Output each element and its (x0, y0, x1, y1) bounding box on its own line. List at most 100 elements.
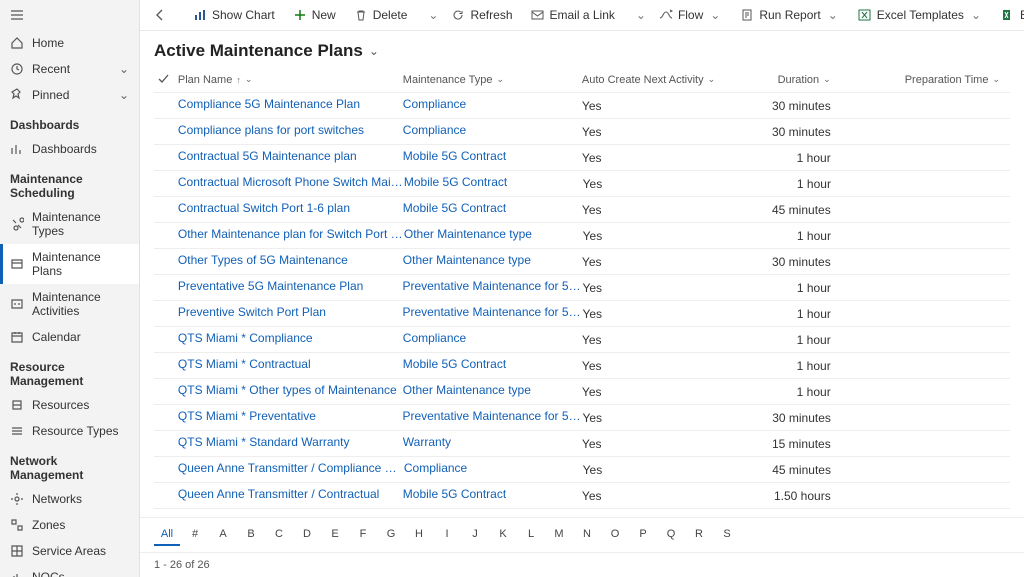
col-preparation-time[interactable]: Preparation Time ⌄ (861, 74, 1010, 86)
excel-templates-button[interactable]: Excel Templates ⌄ (851, 4, 990, 26)
sidebar-toggle[interactable] (0, 0, 139, 30)
maintenance-type-link[interactable]: Other Maintenance type (404, 227, 532, 241)
jump-c[interactable]: C (266, 524, 292, 546)
maintenance-type-link[interactable]: Compliance (403, 123, 466, 137)
sidebar-item-maintenance-plans[interactable]: Maintenance Plans (0, 244, 139, 284)
plan-name-link[interactable]: QTS Miami * Standard Warranty (178, 435, 350, 449)
col-duration[interactable]: Duration ⌄ (741, 74, 861, 86)
plan-name-link[interactable]: Queen Anne Transmitter / Contractual (178, 487, 379, 501)
sidebar-item-maintenance-types[interactable]: Maintenance Types (0, 204, 139, 244)
table-row[interactable]: Other Types of 5G Maintenance Other Maint… (154, 249, 1010, 275)
maintenance-type-link[interactable]: Mobile 5G Contract (403, 201, 506, 215)
delete-chevron-icon[interactable]: ⌄ (426, 8, 440, 22)
maintenance-type-link[interactable]: Compliance (403, 331, 466, 345)
table-row[interactable]: QTS Miami * Standard WarrantyWarrantyYes… (154, 431, 1010, 457)
jump-h[interactable]: H (406, 524, 432, 546)
jump-all[interactable]: All (154, 524, 180, 546)
sidebar-item-service-areas[interactable]: Service Areas (0, 538, 139, 564)
plan-name-link[interactable]: QTS Miami * Other types of Maintenance (178, 383, 397, 397)
jump-j[interactable]: J (462, 524, 488, 546)
maintenance-type-link[interactable]: Mobile 5G Contract (403, 357, 506, 371)
table-row[interactable]: Queen Anne Transmitter / Contractual Mobi… (154, 483, 1010, 509)
select-all-checkbox[interactable] (154, 74, 174, 85)
plan-name-link[interactable]: Contractual Microsoft Phone Switch Maine… (178, 175, 404, 189)
email-chevron-icon[interactable]: ⌄ (634, 8, 648, 22)
new-button[interactable]: New (286, 4, 343, 26)
maintenance-type-link[interactable]: Preventative Maintenance for 5G devices (402, 305, 582, 319)
maintenance-type-link[interactable]: Other Maintenance type (403, 253, 531, 267)
sidebar-item-networks[interactable]: Networks (0, 486, 139, 512)
back-button[interactable] (146, 4, 174, 26)
table-row[interactable]: Preventive Switch Port PlanPreventative … (154, 301, 1010, 327)
delete-button[interactable]: Delete (347, 4, 415, 26)
jump-s[interactable]: S (714, 524, 740, 546)
jump-i[interactable]: I (434, 524, 460, 546)
export-excel-button[interactable]: Export to Excel (994, 4, 1024, 26)
maintenance-type-link[interactable]: Other Maintenance type (403, 383, 531, 397)
jump-p[interactable]: P (630, 524, 656, 546)
flow-button[interactable]: Flow ⌄ (652, 4, 729, 26)
table-row[interactable]: QTS Miami * Preventative Preventative Mai… (154, 405, 1010, 431)
jump-m[interactable]: M (546, 524, 572, 546)
col-maintenance-type[interactable]: Maintenance Type ⌄ (403, 74, 582, 86)
jump-f[interactable]: F (350, 524, 376, 546)
email-link-button[interactable]: Email a Link (524, 4, 622, 26)
table-row[interactable]: QTS Miami * Contractual Mobile 5G Contrac… (154, 353, 1010, 379)
table-row[interactable]: Contractual Switch Port 1-6 planMobile 5… (154, 197, 1010, 223)
run-report-button[interactable]: Run Report ⌄ (733, 4, 846, 26)
sidebar-item-resources[interactable]: Resources (0, 392, 139, 418)
col-plan-name[interactable]: Plan Name ↑ ⌄ (174, 74, 403, 86)
jump-b[interactable]: B (238, 524, 264, 546)
sidebar-item-calendar[interactable]: Calendar (0, 324, 139, 350)
plan-name-link[interactable]: Queen Anne Transmitter / Compliance Main… (178, 461, 404, 475)
plan-name-link[interactable]: Compliance plans for port switches (178, 123, 364, 137)
table-row[interactable]: Compliance plans for port switches Compli… (154, 119, 1010, 145)
table-row[interactable]: Preventative 5G Maintenance Plan Preventa… (154, 275, 1010, 301)
table-row[interactable]: QTS Miami * ComplianceComplianceYes1 hou… (154, 327, 1010, 353)
maintenance-type-link[interactable]: Mobile 5G Contract (403, 149, 506, 163)
jump-q[interactable]: Q (658, 524, 684, 546)
table-row[interactable]: Contractual Microsoft Phone Switch Maine… (154, 171, 1010, 197)
table-row[interactable]: Other Maintenance plan for Switch Port 1… (154, 223, 1010, 249)
plan-name-link[interactable]: Other Types of 5G Maintenance (178, 253, 348, 267)
plan-name-link[interactable]: Compliance 5G Maintenance Plan (178, 97, 360, 111)
col-auto-create[interactable]: Auto Create Next Activity ⌄ (582, 74, 741, 86)
jump-n[interactable]: N (574, 524, 600, 546)
jump-d[interactable]: D (294, 524, 320, 546)
maintenance-type-link[interactable]: Mobile 5G Contract (404, 175, 507, 189)
jump-r[interactable]: R (686, 524, 712, 546)
jump-o[interactable]: O (602, 524, 628, 546)
sidebar-item-nocs[interactable]: NOCs (0, 564, 139, 577)
plan-name-link[interactable]: QTS Miami * Preventative (178, 409, 316, 423)
maintenance-type-link[interactable]: Warranty (403, 435, 451, 449)
plan-name-link[interactable]: Preventative 5G Maintenance Plan (178, 279, 363, 293)
table-row[interactable]: Contractual 5G Maintenance plan Mobile 5G… (154, 145, 1010, 171)
view-header[interactable]: Active Maintenance Plans ⌄ (140, 31, 1024, 67)
sidebar-item-resource-types[interactable]: Resource Types (0, 418, 139, 444)
jump-g[interactable]: G (378, 524, 404, 546)
sidebar-item-zones[interactable]: Zones (0, 512, 139, 538)
jump-a[interactable]: A (210, 524, 236, 546)
maintenance-type-link[interactable]: Preventative Maintenance for 5G devices (402, 409, 582, 423)
sidebar-item-recent[interactable]: Recent⌄ (0, 56, 139, 82)
grid-body[interactable]: Compliance 5G Maintenance Plan Compliance… (154, 93, 1010, 517)
sidebar-item-maintenance-activities[interactable]: Maintenance Activities (0, 284, 139, 324)
plan-name-link[interactable]: QTS Miami * Compliance (178, 331, 313, 345)
jump-k[interactable]: K (490, 524, 516, 546)
table-row[interactable]: Queen Anne Transmitter / Compliance Main… (154, 457, 1010, 483)
maintenance-type-link[interactable]: Preventative Maintenance for 5G devices (402, 279, 582, 293)
plan-name-link[interactable]: QTS Miami * Contractual (178, 357, 311, 371)
plan-name-link[interactable]: Other Maintenance plan for Switch Port 1… (178, 227, 404, 241)
plan-name-link[interactable]: Contractual 5G Maintenance plan (178, 149, 357, 163)
sidebar-item-dashboards[interactable]: Dashboards (0, 136, 139, 162)
maintenance-type-link[interactable]: Mobile 5G Contract (403, 487, 506, 501)
show-chart-button[interactable]: Show Chart (186, 4, 282, 26)
jump-e[interactable]: E (322, 524, 348, 546)
sidebar-item-home[interactable]: Home (0, 30, 139, 56)
table-row[interactable]: Compliance 5G Maintenance PlanCompliance… (154, 93, 1010, 119)
maintenance-type-link[interactable]: Compliance (404, 461, 467, 475)
table-row[interactable]: QTS Miami * Other types of Maintenance Ot… (154, 379, 1010, 405)
jump-l[interactable]: L (518, 524, 544, 546)
sidebar-item-pinned[interactable]: Pinned⌄ (0, 82, 139, 108)
jump-#[interactable]: # (182, 524, 208, 546)
